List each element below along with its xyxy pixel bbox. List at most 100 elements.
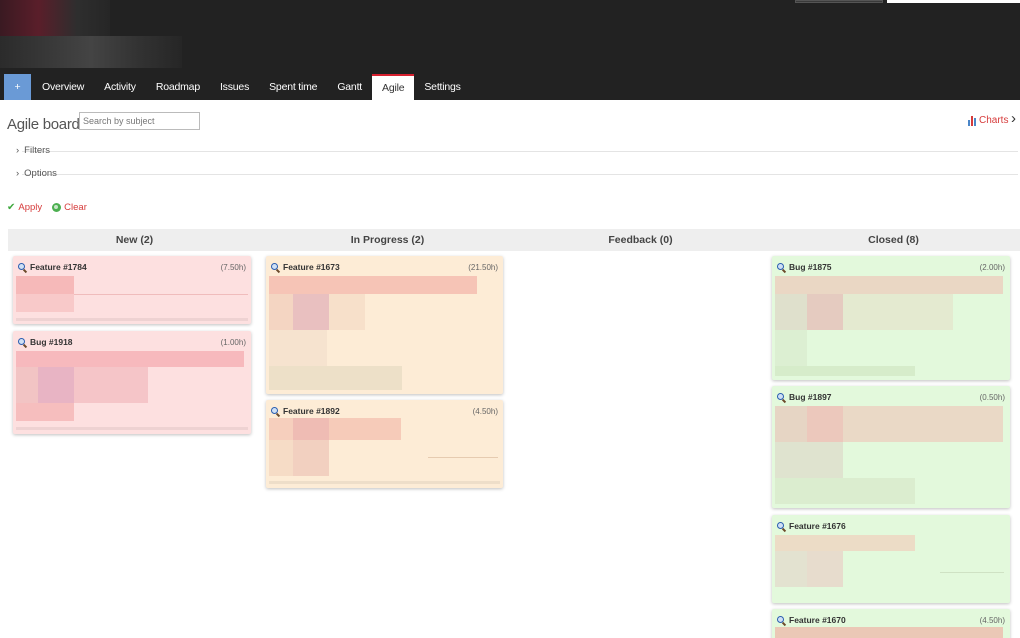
issue-card[interactable]: Feature #1784 (7.50h): [13, 256, 251, 324]
chevron-right-icon: ›: [16, 145, 20, 156]
blurred-content: [16, 276, 74, 294]
card-title[interactable]: Bug #1897: [789, 392, 832, 402]
blurred-content: [775, 442, 843, 478]
tab-overview[interactable]: Overview: [32, 74, 94, 100]
blurred-content: [775, 294, 807, 330]
card-hours: (1.00h): [220, 337, 246, 347]
card-hours: (0.50h): [979, 392, 1005, 402]
card-title[interactable]: Feature #1784: [30, 262, 87, 272]
top-header: + Overview Activity Roadmap Issues Spent…: [0, 0, 1020, 100]
zoom-icon[interactable]: [777, 392, 786, 402]
filters-divider: [22, 151, 1018, 152]
tab-spent-time[interactable]: Spent time: [259, 74, 327, 100]
blurred-content: [269, 440, 293, 476]
progress-bar: [269, 481, 500, 484]
card-hours: (7.50h): [220, 262, 246, 272]
card-title[interactable]: Bug #1918: [30, 337, 73, 347]
apply-button[interactable]: ✔ Apply: [7, 202, 42, 213]
issue-card[interactable]: Feature #1670 (4.50h): [772, 609, 1010, 638]
blurred-content: [775, 276, 1003, 294]
column-header-closed: Closed (8): [767, 229, 1020, 251]
check-icon: ✔: [7, 202, 16, 213]
blurred-content: [16, 367, 38, 403]
issue-card[interactable]: Bug #1897 (0.50h): [772, 386, 1010, 508]
card-title[interactable]: Feature #1676: [789, 521, 846, 531]
card-title[interactable]: Bug #1875: [789, 262, 832, 272]
progress-bar: [16, 318, 248, 321]
blurred-content: [775, 366, 915, 376]
blurred-content: [329, 418, 401, 440]
tab-settings[interactable]: Settings: [414, 74, 470, 100]
blurred-content: [775, 478, 915, 504]
blurred-content: [16, 294, 74, 312]
card-title[interactable]: Feature #1892: [283, 406, 340, 416]
options-label: Options: [24, 168, 57, 179]
zoom-icon[interactable]: [777, 615, 786, 625]
issue-card[interactable]: Bug #1875 (2.00h): [772, 256, 1010, 380]
charts-label: Charts: [979, 115, 1009, 126]
blurred-content: [16, 403, 74, 421]
header-button[interactable]: [795, 0, 883, 3]
charts-link[interactable]: Charts: [968, 115, 1008, 126]
progress-bar: [16, 427, 248, 430]
search-input[interactable]: [79, 112, 200, 130]
card-hours: (4.50h): [472, 406, 498, 416]
tab-new[interactable]: +: [4, 74, 31, 100]
clear-button[interactable]: Clear: [52, 202, 87, 213]
header-search-field[interactable]: [887, 0, 1020, 3]
card-hours: (21.50h): [468, 262, 498, 272]
agile-board: New (2) In Progress (2) Feedback (0) Clo…: [8, 229, 1020, 638]
query-actions: ✔ Apply Clear: [7, 202, 87, 213]
column-header-new: New (2): [8, 229, 261, 251]
apply-label: Apply: [18, 202, 43, 213]
tab-roadmap[interactable]: Roadmap: [146, 74, 210, 100]
blurred-content: [293, 418, 329, 440]
card-hours: (4.50h): [979, 615, 1005, 625]
zoom-icon[interactable]: [777, 262, 786, 272]
column-header-feedback: Feedback (0): [514, 229, 767, 251]
blurred-content: [807, 406, 843, 442]
reload-icon: [52, 203, 62, 212]
blurred-content: [16, 351, 244, 367]
clear-label: Clear: [64, 202, 87, 213]
tab-gantt[interactable]: Gantt: [327, 74, 372, 100]
card-hours: (2.00h): [979, 262, 1005, 272]
blurred-content: [293, 440, 329, 476]
issue-card[interactable]: Feature #1673 (21.50h): [266, 256, 503, 394]
blurred-content: [843, 294, 953, 330]
tab-issues[interactable]: Issues: [210, 74, 259, 100]
blurred-content: [775, 406, 807, 442]
tab-agile[interactable]: Agile: [372, 74, 415, 100]
blurred-content: [807, 294, 843, 330]
blurred-content: [74, 367, 148, 403]
card-title[interactable]: Feature #1670: [789, 615, 846, 625]
issue-card[interactable]: Feature #1892 (4.50h): [266, 400, 503, 488]
options-toggle[interactable]: › Options: [16, 168, 57, 179]
filters-toggle[interactable]: › Filters: [16, 145, 50, 156]
blurred-content: [269, 330, 327, 366]
zoom-icon[interactable]: [271, 262, 280, 272]
blurred-content: [807, 551, 843, 587]
blurred-content: [428, 457, 498, 458]
blurred-content: [74, 294, 248, 295]
zoom-icon[interactable]: [18, 337, 27, 347]
column-header-in-progress: In Progress (2): [261, 229, 514, 251]
issue-card[interactable]: Bug #1918 (1.00h): [13, 331, 251, 434]
zoom-icon[interactable]: [18, 262, 27, 272]
blurred-content: [775, 535, 915, 551]
tab-activity[interactable]: Activity: [94, 74, 146, 100]
blurred-content: [269, 294, 293, 330]
issue-card[interactable]: Feature #1676: [772, 515, 1010, 603]
card-title[interactable]: Feature #1673: [283, 262, 340, 272]
logo-blur: [0, 0, 110, 36]
blurred-content: [940, 572, 1004, 573]
blurred-content: [293, 294, 329, 330]
blurred-content: [775, 551, 807, 587]
zoom-icon[interactable]: [777, 521, 786, 531]
chevron-right-icon[interactable]: ›: [1011, 110, 1016, 127]
blurred-content: [269, 418, 293, 440]
blurred-content: [269, 366, 402, 390]
filters-label: Filters: [24, 145, 51, 156]
zoom-icon[interactable]: [271, 406, 280, 416]
main-menu-tabs: + Overview Activity Roadmap Issues Spent…: [4, 74, 471, 100]
